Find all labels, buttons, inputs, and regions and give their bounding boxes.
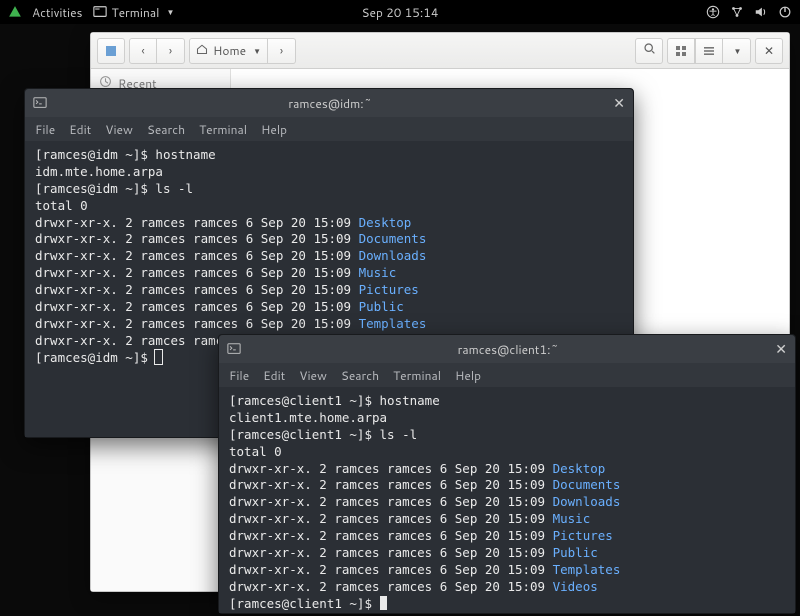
active-app-indicator[interactable]: Terminal ▼ <box>93 4 175 21</box>
terminal-menubar: File Edit View Search Terminal Help <box>219 363 795 387</box>
view-grid-button[interactable] <box>667 38 695 64</box>
back-button[interactable]: ‹ <box>129 38 157 64</box>
terminal-icon <box>227 342 241 356</box>
menu-file[interactable]: File <box>35 121 55 138</box>
network-icon[interactable] <box>730 5 744 19</box>
clock[interactable]: Sep 20 15:14 <box>362 4 439 21</box>
menu-search[interactable]: Search <box>341 367 379 384</box>
menu-edit[interactable]: Edit <box>263 367 285 384</box>
top-panel: Activities Terminal ▼ Sep 20 15:14 <box>0 0 800 24</box>
menu-search[interactable]: Search <box>147 121 185 138</box>
terminal-menubar: File Edit View Search Terminal Help <box>25 117 633 141</box>
path-home-button[interactable]: Home ▼ <box>189 38 268 64</box>
menu-help[interactable]: Help <box>261 121 287 138</box>
terminal-icon <box>33 96 47 110</box>
terminal-titlebar[interactable]: ramces@idm:~ ✕ <box>25 89 633 117</box>
activities-button[interactable]: Activities <box>32 4 83 21</box>
menu-view[interactable]: View <box>105 121 133 138</box>
activities-icon[interactable] <box>8 5 22 19</box>
view-options-button[interactable]: ▼ <box>723 38 751 64</box>
accessibility-icon[interactable] <box>706 5 720 19</box>
window-title: ramces@client1:~ <box>241 341 775 358</box>
menu-edit[interactable]: Edit <box>69 121 91 138</box>
chevron-down-icon: ▼ <box>253 45 261 57</box>
view-list-button[interactable] <box>695 38 723 64</box>
terminal-output[interactable]: [ramces@client1 ~]$ hostname client1.mte… <box>219 387 795 613</box>
path-next-button[interactable]: › <box>268 38 296 64</box>
window-title: ramces@idm:~ <box>47 95 613 112</box>
menu-view[interactable]: View <box>299 367 327 384</box>
search-icon <box>643 42 656 59</box>
close-button[interactable]: ✕ <box>775 339 787 359</box>
terminal-titlebar[interactable]: ramces@client1:~ ✕ <box>219 335 795 363</box>
menu-terminal[interactable]: Terminal <box>393 367 441 384</box>
power-icon[interactable] <box>778 5 792 19</box>
files-toolbar: ‹ › Home ▼ › ▼ <box>91 33 789 69</box>
terminal-window-client1: ramces@client1:~ ✕ File Edit View Search Ter… <box>218 334 796 614</box>
close-button[interactable]: ✕ <box>613 93 625 113</box>
home-icon <box>196 42 208 59</box>
search-button[interactable] <box>635 38 663 64</box>
window-close-button[interactable]: ✕ <box>755 38 783 64</box>
menu-help[interactable]: Help <box>455 367 481 384</box>
volume-icon[interactable] <box>754 5 768 19</box>
menu-file[interactable]: File <box>229 367 249 384</box>
menu-terminal[interactable]: Terminal <box>199 121 247 138</box>
chevron-down-icon: ▼ <box>166 6 174 18</box>
path-home-label: Home <box>213 42 246 59</box>
forward-button[interactable]: › <box>157 38 185 64</box>
new-tab-button[interactable] <box>97 38 125 64</box>
